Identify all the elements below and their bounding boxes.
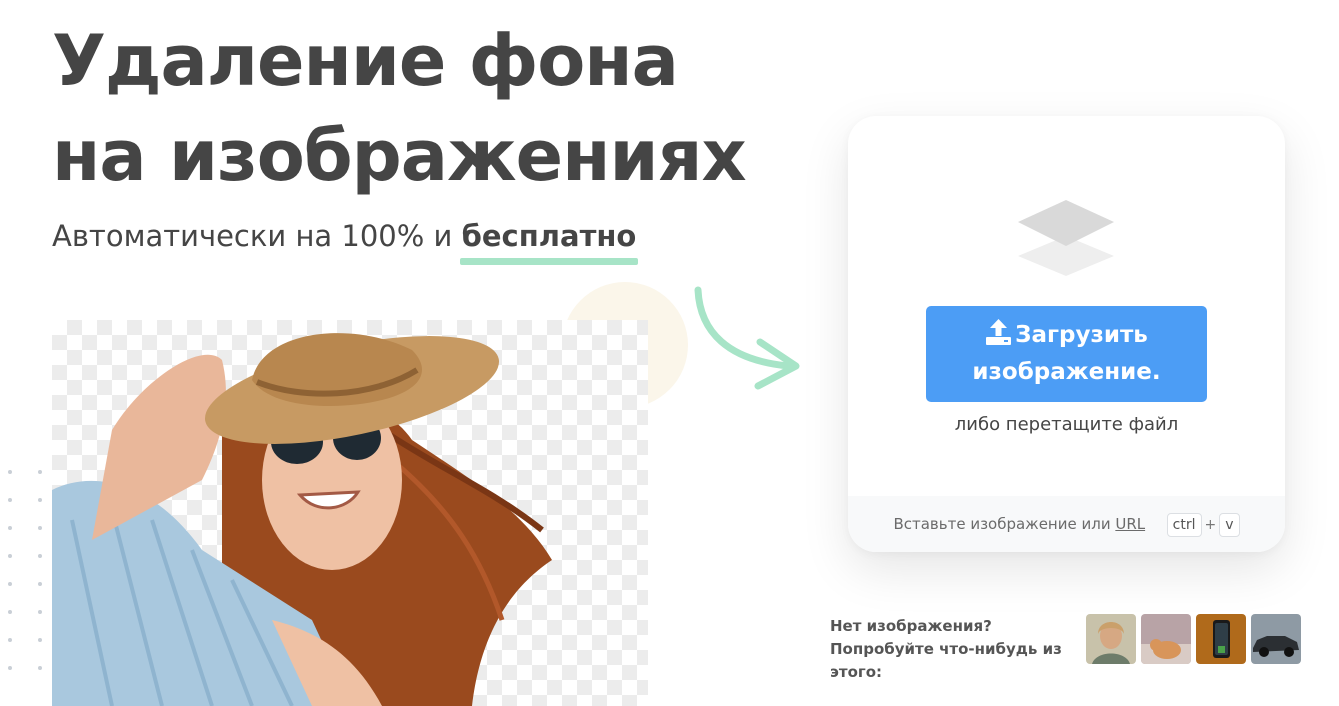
decorative-dot: [38, 470, 42, 474]
decorative-dot: [38, 666, 42, 670]
samples-label: Нет изображения? Попробуйте что-нибудь и…: [830, 617, 1062, 681]
decorative-dot: [8, 526, 12, 530]
sample-car-thumbnail[interactable]: [1251, 614, 1301, 664]
sample-woman-thumbnail[interactable]: [1086, 614, 1136, 664]
layers-icon: [1018, 200, 1114, 276]
page: Удаление фона на изображениях Автоматиче…: [0, 0, 1339, 706]
decorative-dot: [8, 666, 12, 670]
upload-icon: [986, 319, 1012, 345]
ctrl-key: ctrl: [1166, 513, 1202, 537]
paste-hint-text: Вставьте изображение или: [893, 515, 1116, 533]
page-title: Удаление фона на изображениях: [52, 20, 747, 197]
url-link[interactable]: URL: [1115, 515, 1145, 533]
decorative-dot: [8, 554, 12, 558]
decorative-dot: [8, 610, 12, 614]
decorative-dot: [38, 610, 42, 614]
subtitle-highlight: бесплатно: [459, 216, 639, 265]
decorative-dot: [38, 554, 42, 558]
decorative-dot: [8, 582, 12, 586]
hero-subtitle: Автоматически на 100% и бесплатно: [52, 216, 639, 265]
decorative-dot: [8, 470, 12, 474]
upload-image-button[interactable]: Загрузить изображение.: [926, 306, 1207, 402]
subtitle-text: Автоматически на 100% и: [52, 219, 462, 253]
drag-hint: либо перетащите файл: [954, 414, 1179, 435]
v-key: v: [1219, 513, 1240, 537]
upload-card[interactable]: Загрузить изображение. либо перетащите ф…: [848, 116, 1285, 552]
plus-sign: +: [1204, 517, 1217, 533]
woman-cutout-image: [52, 333, 552, 706]
decorative-dot: [38, 526, 42, 530]
decorative-dot: [38, 582, 42, 586]
decorative-dot: [38, 638, 42, 642]
demo-image: [52, 320, 648, 706]
sample-cat-thumbnail[interactable]: [1141, 614, 1191, 664]
decorative-dot: [8, 638, 12, 642]
decorative-dot: [38, 498, 42, 502]
decorative-dot: [8, 498, 12, 502]
paste-hint: Вставьте изображение или URL ctrl + v: [848, 496, 1285, 552]
sample-phone-thumbnail[interactable]: [1196, 614, 1246, 664]
curved-arrow-icon: [694, 286, 800, 390]
